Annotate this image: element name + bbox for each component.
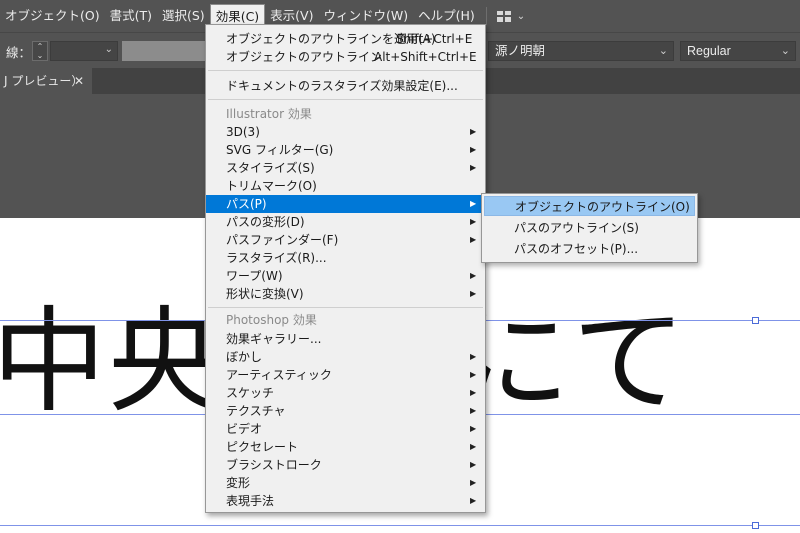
path-submenu: オブジェクトのアウトライン(O) パスのアウトライン(S) パスのオフセット(P… — [481, 193, 698, 263]
menu-item-video[interactable]: ビデオ ▶ — [206, 420, 485, 438]
submenu-arrow-icon: ▶ — [470, 235, 477, 244]
menu-item-artistic[interactable]: アーティスティック ▶ — [206, 366, 485, 384]
menu-item-outline-object[interactable]: オブジェクトのアウトライン Alt+Shift+Ctrl+E — [206, 48, 485, 66]
photoshop-effects-header: Photoshop 効果 — [226, 313, 317, 327]
selection-handle-top[interactable] — [752, 317, 759, 324]
workspace-switcher[interactable]: ⌄ — [496, 10, 526, 22]
document-tab[interactable]: J プレビュー） ✕ — [0, 68, 92, 94]
submenu-arrow-icon: ▶ — [470, 442, 477, 451]
chevron-down-icon: ⌄ — [104, 44, 113, 55]
submenu-arrow-icon: ▶ — [470, 289, 477, 298]
shortcut-text: Alt+Shift+Ctrl+E — [374, 50, 477, 64]
menu-item-convert-to-shape[interactable]: 形状に変換(V) ▶ — [206, 285, 485, 303]
close-icon[interactable]: ✕ — [74, 68, 84, 94]
menu-item-blur[interactable]: ぼかし ▶ — [206, 348, 485, 366]
menu-item-apply-outline-object[interactable]: オブジェクトのアウトラインを適用(A) Shift+Ctrl+E — [206, 30, 485, 48]
chevron-down-icon: ⌄ — [780, 45, 790, 57]
submenu-arrow-icon: ▶ — [470, 145, 477, 154]
menu-item-stylize-ps[interactable]: 表現手法 ▶ — [206, 492, 485, 510]
menu-item-effect-gallery[interactable]: 効果ギャラリー... — [206, 330, 485, 348]
menu-item-pathfinder[interactable]: パスファインダー(F) ▶ — [206, 231, 485, 249]
menu-select[interactable]: 選択(S) — [157, 4, 210, 28]
submenu-arrow-icon: ▶ — [470, 370, 477, 379]
workspace-grid-icon — [496, 10, 511, 22]
menu-item-texture[interactable]: テクスチャ ▶ — [206, 402, 485, 420]
menu-item-distort-transform[interactable]: パスの変形(D) ▶ — [206, 213, 485, 231]
submenu-arrow-icon: ▶ — [470, 127, 477, 136]
submenu-item-outline-object[interactable]: オブジェクトのアウトライン(O) — [484, 196, 695, 216]
menu-item-rasterize[interactable]: ラスタライズ(R)... — [206, 249, 485, 267]
menu-item-brush-strokes[interactable]: ブラシストローク ▶ — [206, 456, 485, 474]
chevron-down-icon: ⌄ — [516, 10, 526, 22]
illustrator-effects-header: Illustrator 効果 — [226, 107, 312, 121]
menu-item-pixelate[interactable]: ピクセレート ▶ — [206, 438, 485, 456]
font-family-value: 源ノ明朝 — [495, 43, 546, 58]
submenu-arrow-icon: ▶ — [470, 271, 477, 280]
submenu-arrow-icon: ▶ — [470, 163, 477, 172]
submenu-arrow-icon: ▶ — [470, 496, 477, 505]
menu-separator — [485, 7, 487, 25]
menu-item-warp[interactable]: ワープ(W) ▶ — [206, 267, 485, 285]
submenu-arrow-icon: ▶ — [470, 406, 477, 415]
font-style-value: Regular — [687, 44, 731, 58]
font-style-select[interactable]: Regular ⌄ — [680, 41, 796, 61]
chevron-down-icon: ⌄ — [658, 44, 668, 57]
submenu-arrow-icon: ▶ — [470, 199, 477, 208]
stroke-label: 線： — [6, 45, 32, 60]
selection-handle-bottom[interactable] — [752, 522, 759, 529]
submenu-arrow-icon: ▶ — [470, 424, 477, 433]
menu-type[interactable]: 書式(T) — [105, 4, 157, 28]
stroke-weight-spinner[interactable]: ⌃ ⌄ — [32, 41, 48, 61]
selection-bound-bottom — [0, 525, 800, 526]
menu-divider — [208, 307, 483, 308]
shortcut-text: Shift+Ctrl+E — [396, 32, 473, 46]
stroke-weight-field[interactable]: ⌄ — [50, 41, 118, 61]
document-tab-label: J プレビュー） — [4, 74, 84, 88]
menu-item-sketch[interactable]: スケッチ ▶ — [206, 384, 485, 402]
menu-item-svg-filter[interactable]: SVG フィルター(G) ▶ — [206, 141, 485, 159]
menu-divider — [208, 70, 483, 71]
submenu-arrow-icon: ▶ — [470, 478, 477, 487]
font-family-select[interactable]: 源ノ明朝 ⌄ — [488, 41, 674, 61]
submenu-arrow-icon: ▶ — [470, 217, 477, 226]
effect-menu-dropdown: オブジェクトのアウトラインを適用(A) Shift+Ctrl+E オブジェクトの… — [205, 24, 486, 513]
submenu-arrow-icon: ▶ — [470, 388, 477, 397]
menu-divider — [208, 99, 483, 100]
menu-object[interactable]: オブジェクト(O) — [0, 4, 105, 28]
submenu-item-offset-path[interactable]: パスのオフセット(P)... — [484, 239, 695, 259]
menu-item-trim-marks[interactable]: トリムマーク(O) — [206, 177, 485, 195]
submenu-arrow-icon: ▶ — [470, 352, 477, 361]
menu-item-3d[interactable]: 3D(3) ▶ — [206, 123, 485, 141]
menu-item-path[interactable]: パス(P) ▶ — [206, 195, 485, 213]
menu-item-raster-effects-settings[interactable]: ドキュメントのラスタライズ効果設定(E)... — [206, 77, 485, 95]
submenu-item-outline-stroke[interactable]: パスのアウトライン(S) — [484, 218, 695, 238]
submenu-arrow-icon: ▶ — [470, 460, 477, 469]
menu-item-distort[interactable]: 変形 ▶ — [206, 474, 485, 492]
menu-item-stylize[interactable]: スタイライズ(S) ▶ — [206, 159, 485, 177]
variable-width-profile[interactable] — [122, 41, 206, 61]
